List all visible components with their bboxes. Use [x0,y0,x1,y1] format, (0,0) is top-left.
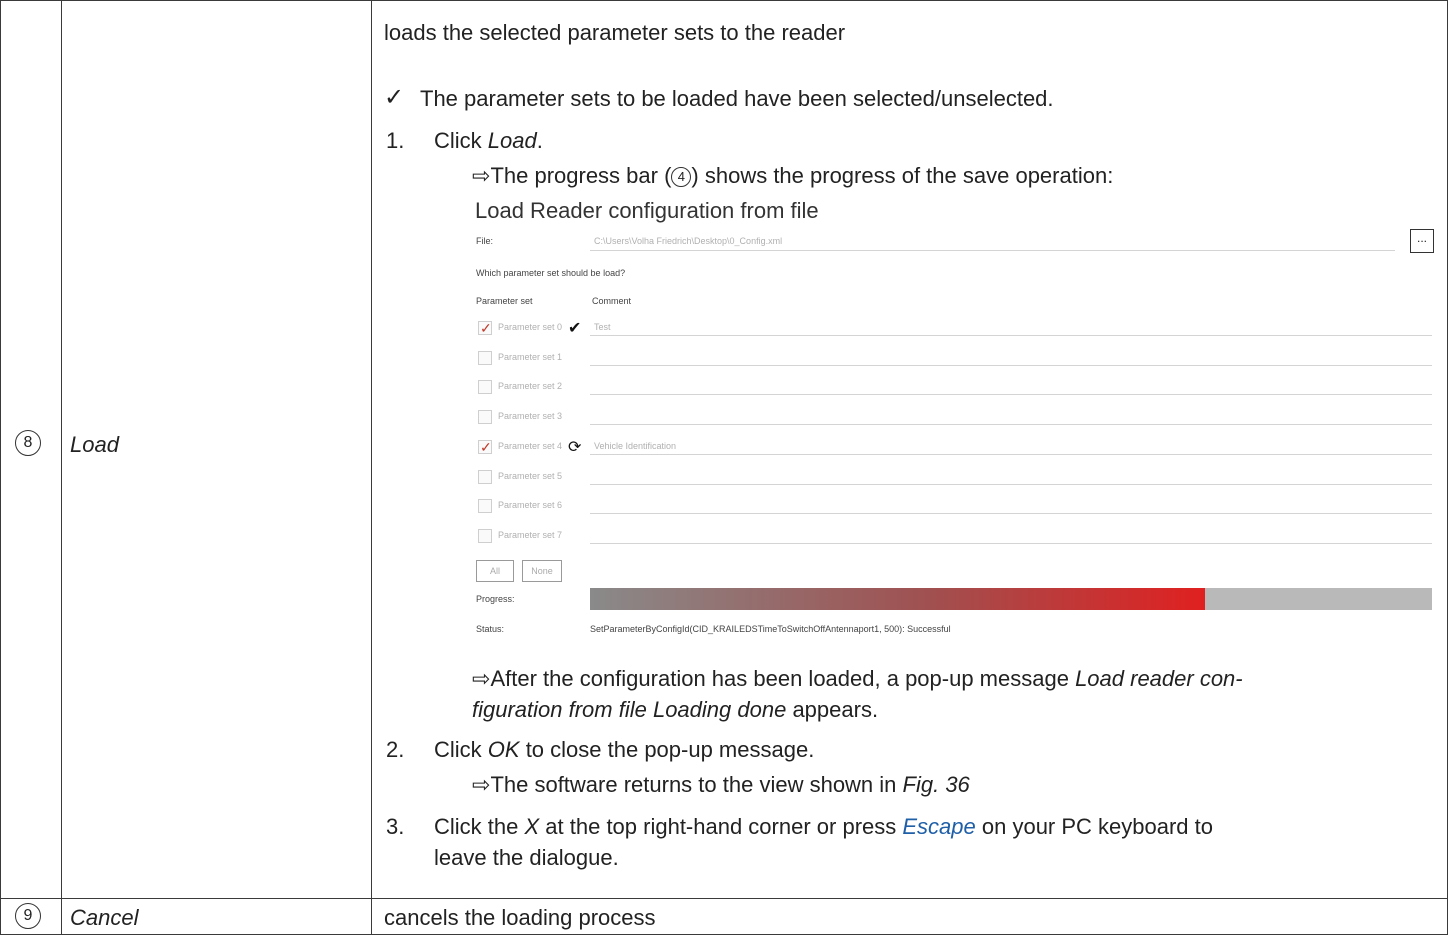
status-label: Status: [476,624,505,634]
result-arrow-icon: ⇨ [472,666,491,691]
none-button[interactable]: None [522,560,562,582]
result-text-continued: figuration from file Loading done appear… [472,697,879,722]
dialog-screenshot: Load Reader configuration from file File… [470,198,1440,640]
done-check-icon: ✔ [568,320,582,337]
step-number: 3. [386,814,405,839]
step-number: 2. [386,737,405,762]
loading-sync-icon: ⟳ [568,438,582,456]
escape-link[interactable]: Escape [902,814,975,839]
parameter-set-label: Parameter set 7 [498,529,563,540]
dialog-title: Load Reader configuration from file [475,198,819,223]
row-number-badge: 8 [15,430,41,456]
parameter-set-label: Parameter set 6 [498,500,563,511]
checkmark-icon: ✓ [480,438,492,455]
comment-field[interactable] [590,424,1432,426]
column-divider-1 [61,0,62,935]
parameter-set-checkbox[interactable] [478,469,492,484]
result-text: ⇨After the configuration has been loaded… [472,666,1243,691]
comment-field[interactable] [590,513,1432,515]
comment-value: Vehicle Identification [594,440,677,451]
progress-bar [590,588,1432,610]
step-text: Click OK to close the pop-up message. [434,737,815,762]
checkmark-icon: ✓ [480,320,492,336]
parameter-set-checkbox[interactable] [478,499,492,514]
comment-value: Test [594,322,611,332]
parameter-set-checkbox[interactable]: ✓ [478,438,492,455]
parameter-set-label: Parameter set 3 [498,411,563,422]
parameter-set-checkbox[interactable]: ✓ [478,321,492,335]
result-text: ⇨The progress bar (4) shows the progress… [472,163,1114,188]
reference-badge: 4 [671,167,692,187]
progress-label: Progress: [476,594,515,604]
file-label: File: [476,236,494,246]
parameter-set-label: Parameter set 2 [498,381,563,392]
comment-field[interactable] [590,542,1432,544]
comment-field[interactable] [590,335,1432,336]
parameter-set-label: Parameter set 1 [498,351,563,362]
parameter-set-checkbox[interactable] [478,410,492,425]
step-text: Click the X at the top right-hand corner… [434,814,1214,839]
row-name: Cancel [70,905,139,930]
parameter-set-checkbox[interactable] [478,380,492,395]
column-header-parameter-set: Parameter set [476,296,533,306]
parameter-set-label: Parameter set 5 [498,470,563,481]
result-text: ⇨The software returns to the view shown … [472,772,970,797]
parameter-set-checkbox[interactable] [478,350,492,365]
parameter-set-label: Parameter set 4 [498,440,563,451]
file-path-field [590,250,1395,251]
description-table: 8 Load loads the selected parameter sets… [0,0,1448,935]
result-arrow-icon: ⇨ [472,772,491,797]
step-number: 1. [386,128,405,153]
comment-field[interactable] [590,483,1432,485]
column-divider-2 [371,0,372,935]
all-button[interactable]: All [476,560,514,582]
question-label: Which parameter set should be load? [476,268,626,278]
parameter-set-checkbox[interactable] [478,528,492,543]
row-name: Load [70,432,119,457]
result-arrow-icon: ⇨ [472,163,491,188]
row-divider [0,898,1448,899]
row-number-badge: 9 [15,903,41,929]
step-text: Click Load. [434,128,543,153]
comment-field[interactable] [590,364,1432,366]
step-text-continued: leave the dialogue. [434,845,619,870]
table-border-left [0,0,1,935]
precondition-text: The parameter sets to be loaded have bee… [420,86,1054,111]
column-header-comment: Comment [592,296,632,306]
parameter-set-label: Parameter set 0 [498,322,563,332]
browse-button[interactable]: ... [1410,229,1434,253]
progress-bar-fill [590,588,1205,610]
check-icon: ✓ [384,84,405,111]
status-value: SetParameterByConfigId(CID_KRAILEDSTimeT… [590,624,951,634]
row-description: loads the selected parameter sets to the… [384,20,846,45]
row-description: cancels the loading process [384,905,656,930]
table-border-top [0,0,1448,1]
comment-field[interactable] [590,453,1432,455]
file-path-value: C:\Users\Volha Friedrich\Desktop\0_Confi… [594,236,783,246]
comment-field[interactable] [590,394,1432,396]
